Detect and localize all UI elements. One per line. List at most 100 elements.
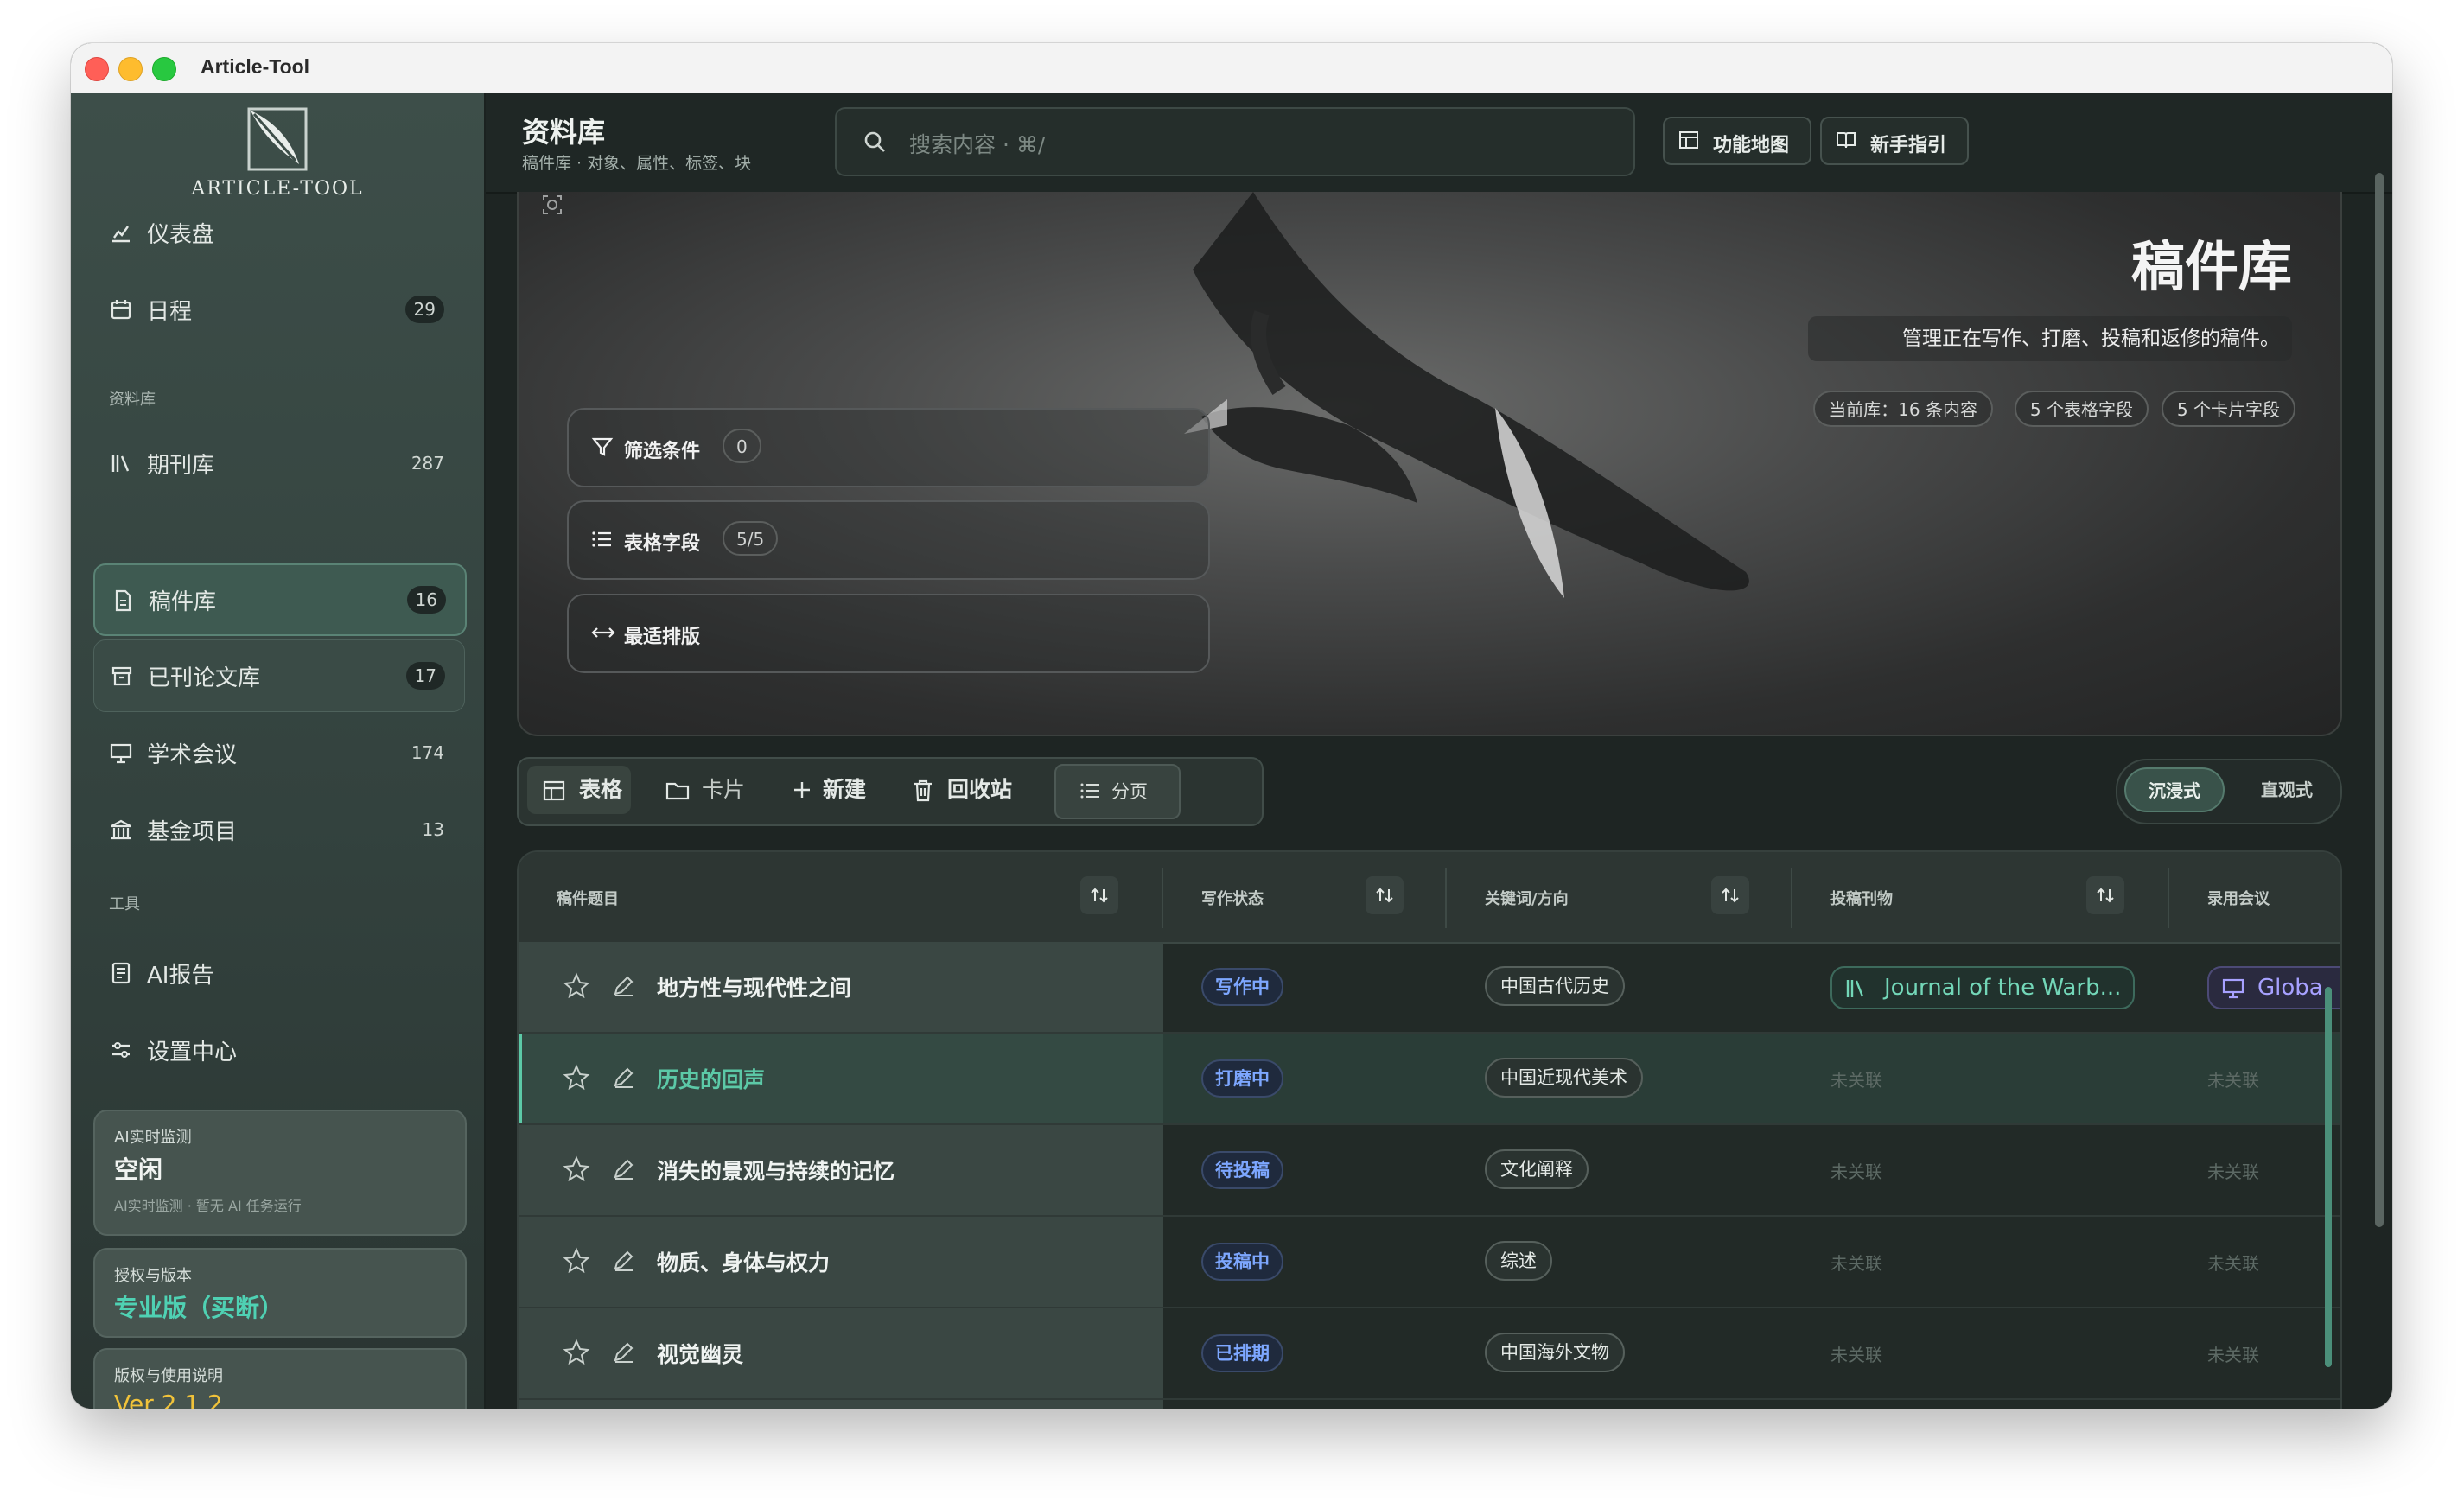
chart-icon — [112, 226, 130, 243]
status-badge[interactable]: 待投稿 — [1201, 1151, 1283, 1189]
edit-icon[interactable] — [612, 1341, 634, 1364]
journal-unlinked: 未关联 — [1830, 1070, 1882, 1091]
star-icon[interactable] — [563, 1064, 590, 1091]
maximize-window-button[interactable] — [152, 57, 176, 81]
sliders-icon — [112, 1042, 130, 1058]
sidebar-item-funding[interactable]: 基金项目 13 — [93, 794, 463, 865]
license-card[interactable]: 授权与版本 专业版（买断） — [93, 1248, 467, 1338]
table-row[interactable]: 视觉幽灵 已排期 中国海外文物 未关联 未关联 — [519, 1308, 2340, 1400]
best-layout-button[interactable]: 最适排版 — [567, 594, 1210, 673]
new-button[interactable]: 新建 — [792, 759, 878, 821]
close-window-button[interactable] — [85, 57, 109, 81]
filter-conditions-button[interactable]: 筛选条件 0 — [567, 408, 1210, 487]
sidebar-item-schedule[interactable]: 日程 29 — [93, 274, 463, 345]
feature-map-label: 功能地图 — [1713, 135, 1790, 156]
table-fields-button[interactable]: 表格字段 5/5 — [567, 500, 1210, 580]
list-icon — [592, 531, 611, 547]
app-window: Article-Tool ARTICLE-TOOL 仪表盘 日程 29 资料库 … — [71, 43, 2392, 1409]
keyword-tag[interactable]: 文化阐释 — [1485, 1149, 1589, 1189]
trash-button[interactable]: 回收站 — [913, 759, 1025, 821]
search-placeholder: 搜索内容 · ⌘/ — [909, 132, 1046, 157]
edit-icon[interactable] — [612, 1066, 634, 1089]
conference-unlinked: 未关联 — [2207, 1161, 2259, 1182]
count-badge: 13 — [422, 819, 444, 840]
manuscript-title[interactable]: 物质、身体与权力 — [657, 1246, 830, 1277]
mode-direct-button[interactable]: 直观式 — [2244, 767, 2330, 812]
sidebar-item-dashboard[interactable]: 仪表盘 — [93, 197, 463, 268]
keyword-tag[interactable]: 综述 — [1485, 1241, 1552, 1281]
sidebar-item-manuscripts[interactable]: 稿件库 16 — [93, 563, 467, 636]
version-label: 版权与使用说明 — [114, 1367, 223, 1385]
table-row[interactable]: 物质、身体与权力 投稿中 综述 未关联 未关联 — [519, 1217, 2340, 1308]
sidebar-item-label: 日程 — [147, 298, 193, 325]
journal-unlinked: 未关联 — [1830, 1345, 1882, 1365]
feature-map-button[interactable]: 功能地图 — [1663, 117, 1811, 165]
keyword-tag[interactable]: 中国近现代美术 — [1485, 1058, 1643, 1098]
star-icon[interactable] — [563, 972, 590, 999]
sort-title-button[interactable] — [1080, 876, 1118, 914]
view-toolbar: 表格 卡片 新建 回收站 分页 — [517, 757, 1264, 826]
minimize-window-button[interactable] — [118, 57, 143, 81]
count-badge: 174 — [411, 742, 444, 763]
list-icon — [1080, 783, 1099, 799]
sidebar-item-ai-report[interactable]: AI报告 — [93, 938, 463, 1009]
sort-icon — [1091, 888, 1108, 903]
page-title: 资料库 — [522, 116, 606, 149]
edit-icon[interactable] — [612, 1250, 634, 1272]
edit-icon[interactable] — [612, 1158, 634, 1180]
version-card[interactable]: 版权与使用说明 Ver 2.1.2 — [93, 1348, 467, 1409]
table-scrollbar[interactable] — [2325, 987, 2332, 1367]
best-layout-label: 最适排版 — [624, 627, 701, 648]
sidebar-item-label: 稿件库 — [149, 589, 217, 615]
hero-title: 稿件库 — [2130, 235, 2292, 298]
table-row[interactable]: 消失的景观与持续的记忆 待投稿 文化阐释 未关联 未关联 — [519, 1125, 2340, 1217]
status-badge[interactable]: 投稿中 — [1201, 1243, 1283, 1281]
table-row[interactable] — [519, 1400, 2340, 1409]
status-badge[interactable]: 写作中 — [1201, 968, 1283, 1006]
status-badge[interactable]: 打磨中 — [1201, 1059, 1283, 1098]
table-row[interactable]: 地方性与现代性之间 写作中 中国古代历史 Journal of the Warb… — [519, 942, 2340, 1034]
manuscript-title[interactable]: 视觉幽灵 — [657, 1338, 743, 1369]
mode-immersive-button[interactable]: 沉浸式 — [2124, 767, 2225, 812]
focus-icon[interactable] — [541, 194, 563, 216]
tab-card[interactable]: 卡片 — [665, 759, 752, 821]
search-input[interactable]: 搜索内容 · ⌘/ — [835, 107, 1635, 176]
report-icon — [111, 962, 131, 984]
book-open-icon — [1837, 132, 1856, 149]
conference-link[interactable]: Globa — [2207, 966, 2340, 1009]
sidebar: ARTICLE-TOOL 仪表盘 日程 29 资料库 期刊库 287 稿件库 1… — [71, 93, 486, 1409]
status-badge[interactable]: 已排期 — [1201, 1334, 1283, 1372]
guide-button[interactable]: 新手指引 — [1820, 117, 1969, 165]
count-badge: 16 — [406, 586, 446, 614]
sidebar-item-settings[interactable]: 设置中心 — [93, 1015, 463, 1085]
manuscript-title[interactable]: 历史的回声 — [657, 1063, 765, 1094]
column-divider[interactable] — [1162, 868, 1163, 928]
window-scrollbar[interactable] — [2375, 173, 2384, 1227]
keyword-tag[interactable]: 中国海外文物 — [1485, 1333, 1625, 1372]
edit-icon[interactable] — [612, 975, 634, 997]
sort-keywords-button[interactable] — [1711, 876, 1749, 914]
breadcrumb: 稿件库 · 对象、属性、标签、块 — [522, 154, 752, 173]
paging-toggle[interactable]: 分页 — [1054, 764, 1181, 819]
column-divider[interactable] — [1791, 868, 1792, 928]
sort-journal-button[interactable] — [2086, 876, 2124, 914]
display-mode-switch: 沉浸式 直观式 — [2116, 759, 2342, 824]
manuscript-title[interactable]: 消失的景观与持续的记忆 — [657, 1155, 895, 1186]
manuscript-title[interactable]: 地方性与现代性之间 — [657, 971, 851, 1002]
column-divider[interactable] — [1445, 868, 1447, 928]
star-icon[interactable] — [563, 1247, 590, 1274]
sidebar-item-conferences[interactable]: 学术会议 174 — [93, 717, 463, 788]
sort-status-button[interactable] — [1366, 876, 1404, 914]
tab-table[interactable]: 表格 — [543, 759, 629, 821]
star-icon[interactable] — [563, 1339, 590, 1365]
keyword-tag[interactable]: 中国古代历史 — [1485, 966, 1625, 1006]
star-icon[interactable] — [563, 1155, 590, 1182]
ai-monitor-card[interactable]: AI实时监测 空闲 AI实时监测 · 暂无 AI 任务运行 — [93, 1110, 467, 1236]
journal-link[interactable]: Journal of the Warb... — [1830, 966, 2135, 1009]
sidebar-item-label: 已刊论文库 — [148, 665, 261, 691]
table-row[interactable]: 历史的回声 打磨中 中国近现代美术 未关联 未关联 — [519, 1034, 2340, 1125]
column-header-journal: 投稿刊物 — [1830, 890, 1893, 908]
sidebar-item-journals[interactable]: 期刊库 287 — [93, 428, 463, 499]
sidebar-item-published[interactable]: 已刊论文库 17 — [93, 639, 465, 712]
column-divider[interactable] — [2168, 868, 2169, 928]
